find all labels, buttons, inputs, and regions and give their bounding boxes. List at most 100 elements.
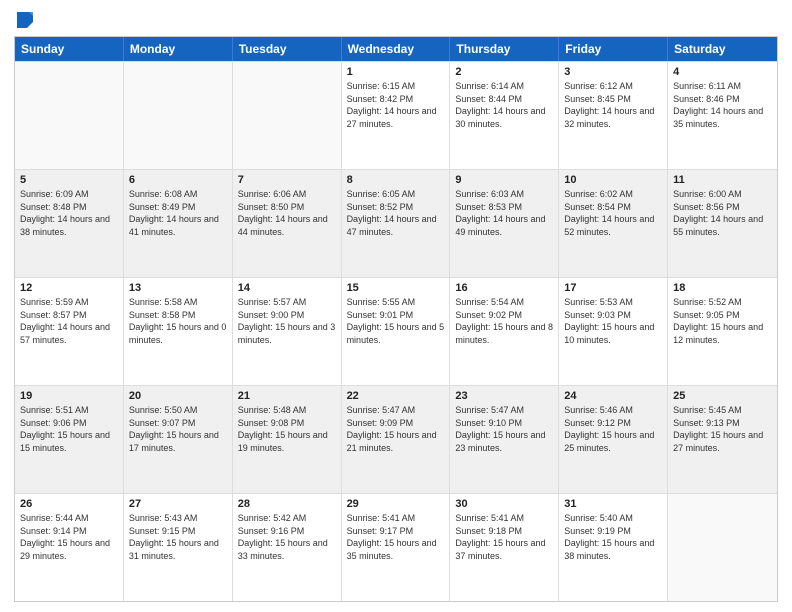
day-number: 25 [673,390,772,402]
day-cell-12: 12 Sunrise: 5:59 AMSunset: 8:57 PMDayligh… [15,278,124,385]
day-number: 7 [238,174,336,186]
cell-info: Sunrise: 5:41 AMSunset: 9:18 PMDaylight:… [455,512,553,562]
day-cell-31: 31 Sunrise: 5:40 AMSunset: 9:19 PMDayligh… [559,494,668,601]
day-number: 28 [238,498,336,510]
logo-icon [15,10,35,30]
day-cell-8: 8Sunrise: 6:05 AMSunset: 8:52 PMDaylight… [342,170,451,277]
day-cell-19: 19 Sunrise: 5:51 AMSunset: 9:06 PMDayligh… [15,386,124,493]
cell-info: Sunrise: 6:14 AMSunset: 8:44 PMDaylight:… [455,80,553,130]
cell-info: Sunrise: 6:02 AMSunset: 8:54 PMDaylight:… [564,188,662,238]
cell-info: Sunrise: 5:50 AMSunset: 9:07 PMDaylight:… [129,404,227,454]
day-cell-17: 17 Sunrise: 5:53 AMSunset: 9:03 PMDayligh… [559,278,668,385]
cell-info: Sunrise: 6:11 AMSunset: 8:46 PMDaylight:… [673,80,772,130]
day-number: 3 [564,66,662,78]
cell-info: Sunrise: 5:47 AMSunset: 9:09 PMDaylight:… [347,404,445,454]
header-day-wednesday: Wednesday [342,37,451,61]
day-cell-28: 28Sunrise: 5:42 AMSunset: 9:16 PMDayligh… [233,494,342,601]
header-day-thursday: Thursday [450,37,559,61]
day-number: 10 [564,174,662,186]
day-number: 26 [20,498,118,510]
logo [14,10,35,30]
empty-cell [124,62,233,169]
day-cell-13: 13 Sunrise: 5:58 AMSunset: 8:58 PMDayligh… [124,278,233,385]
day-number: 4 [673,66,772,78]
cell-info: Sunrise: 5:44 AMSunset: 9:14 PMDaylight:… [20,512,118,562]
calendar-row-3: 19 Sunrise: 5:51 AMSunset: 9:06 PMDayligh… [15,385,777,493]
day-cell-15: 15 Sunrise: 5:55 AMSunset: 9:01 PMDayligh… [342,278,451,385]
day-cell-9: 9 Sunrise: 6:03 AMSunset: 8:53 PMDaylight… [450,170,559,277]
cell-info: Sunrise: 5:47 AMSunset: 9:10 PMDaylight:… [455,404,553,454]
day-cell-6: 6 Sunrise: 6:08 AMSunset: 8:49 PMDaylight… [124,170,233,277]
day-number: 11 [673,174,772,186]
header-day-tuesday: Tuesday [233,37,342,61]
header-day-saturday: Saturday [668,37,777,61]
cell-info: Sunrise: 5:53 AMSunset: 9:03 PMDaylight:… [564,296,662,346]
calendar-row-4: 26 Sunrise: 5:44 AMSunset: 9:14 PMDayligh… [15,493,777,601]
cell-info: Sunrise: 5:41 AMSunset: 9:17 PMDaylight:… [347,512,445,562]
cell-info: Sunrise: 5:45 AMSunset: 9:13 PMDaylight:… [673,404,772,454]
cell-info: Sunrise: 6:12 AMSunset: 8:45 PMDaylight:… [564,80,662,130]
cell-info: Sunrise: 5:43 AMSunset: 9:15 PMDaylight:… [129,512,227,562]
day-cell-26: 26 Sunrise: 5:44 AMSunset: 9:14 PMDayligh… [15,494,124,601]
day-number: 12 [20,282,118,294]
cell-info: Sunrise: 5:57 AMSunset: 9:00 PMDaylight:… [238,296,336,346]
header-day-monday: Monday [124,37,233,61]
calendar-row-2: 12 Sunrise: 5:59 AMSunset: 8:57 PMDayligh… [15,277,777,385]
calendar-body: 1 Sunrise: 6:15 AMSunset: 8:42 PMDaylight… [15,61,777,601]
day-number: 13 [129,282,227,294]
cell-info: Sunrise: 6:00 AMSunset: 8:56 PMDaylight:… [673,188,772,238]
day-cell-27: 27 Sunrise: 5:43 AMSunset: 9:15 PMDayligh… [124,494,233,601]
day-number: 6 [129,174,227,186]
cell-info: Sunrise: 5:48 AMSunset: 9:08 PMDaylight:… [238,404,336,454]
day-number: 9 [455,174,553,186]
cell-info: Sunrise: 5:54 AMSunset: 9:02 PMDaylight:… [455,296,553,346]
day-number: 8 [347,174,445,186]
day-number: 15 [347,282,445,294]
day-cell-29: 29 Sunrise: 5:41 AMSunset: 9:17 PMDayligh… [342,494,451,601]
day-cell-10: 10 Sunrise: 6:02 AMSunset: 8:54 PMDayligh… [559,170,668,277]
day-cell-23: 23 Sunrise: 5:47 AMSunset: 9:10 PMDayligh… [450,386,559,493]
cell-info: Sunrise: 6:09 AMSunset: 8:48 PMDaylight:… [20,188,118,238]
day-cell-2: 2 Sunrise: 6:14 AMSunset: 8:44 PMDaylight… [450,62,559,169]
day-cell-3: 3 Sunrise: 6:12 AMSunset: 8:45 PMDaylight… [559,62,668,169]
cell-info: Sunrise: 5:51 AMSunset: 9:06 PMDaylight:… [20,404,118,454]
day-number: 27 [129,498,227,510]
day-cell-21: 21 Sunrise: 5:48 AMSunset: 9:08 PMDayligh… [233,386,342,493]
day-number: 17 [564,282,662,294]
calendar: SundayMondayTuesdayWednesdayThursdayFrid… [14,36,778,602]
day-number: 22 [347,390,445,402]
day-number: 2 [455,66,553,78]
calendar-row-0: 1 Sunrise: 6:15 AMSunset: 8:42 PMDaylight… [15,61,777,169]
day-number: 21 [238,390,336,402]
day-number: 1 [347,66,445,78]
cell-info: Sunrise: 5:55 AMSunset: 9:01 PMDaylight:… [347,296,445,346]
cell-info: Sunrise: 6:15 AMSunset: 8:42 PMDaylight:… [347,80,445,130]
empty-cell [668,494,777,601]
empty-cell [233,62,342,169]
cell-info: Sunrise: 5:59 AMSunset: 8:57 PMDaylight:… [20,296,118,346]
day-cell-11: 11 Sunrise: 6:00 AMSunset: 8:56 PMDayligh… [668,170,777,277]
cell-info: Sunrise: 6:08 AMSunset: 8:49 PMDaylight:… [129,188,227,238]
day-number: 19 [20,390,118,402]
day-cell-24: 24 Sunrise: 5:46 AMSunset: 9:12 PMDayligh… [559,386,668,493]
header-day-sunday: Sunday [15,37,124,61]
day-number: 23 [455,390,553,402]
page: SundayMondayTuesdayWednesdayThursdayFrid… [0,0,792,612]
empty-cell [15,62,124,169]
day-cell-7: 7 Sunrise: 6:06 AMSunset: 8:50 PMDaylight… [233,170,342,277]
cell-info: Sunrise: 5:52 AMSunset: 9:05 PMDaylight:… [673,296,772,346]
day-cell-22: 22 Sunrise: 5:47 AMSunset: 9:09 PMDayligh… [342,386,451,493]
cell-info: Sunrise: 6:03 AMSunset: 8:53 PMDaylight:… [455,188,553,238]
day-number: 29 [347,498,445,510]
day-number: 18 [673,282,772,294]
cell-info: Sunrise: 5:58 AMSunset: 8:58 PMDaylight:… [129,296,227,346]
calendar-row-1: 5Sunrise: 6:09 AMSunset: 8:48 PMDaylight… [15,169,777,277]
cell-info: Sunrise: 5:40 AMSunset: 9:19 PMDaylight:… [564,512,662,562]
day-cell-30: 30Sunrise: 5:41 AMSunset: 9:18 PMDayligh… [450,494,559,601]
day-cell-20: 20 Sunrise: 5:50 AMSunset: 9:07 PMDayligh… [124,386,233,493]
cell-info: Sunrise: 5:46 AMSunset: 9:12 PMDaylight:… [564,404,662,454]
cell-info: Sunrise: 6:06 AMSunset: 8:50 PMDaylight:… [238,188,336,238]
day-number: 20 [129,390,227,402]
day-number: 24 [564,390,662,402]
day-number: 31 [564,498,662,510]
